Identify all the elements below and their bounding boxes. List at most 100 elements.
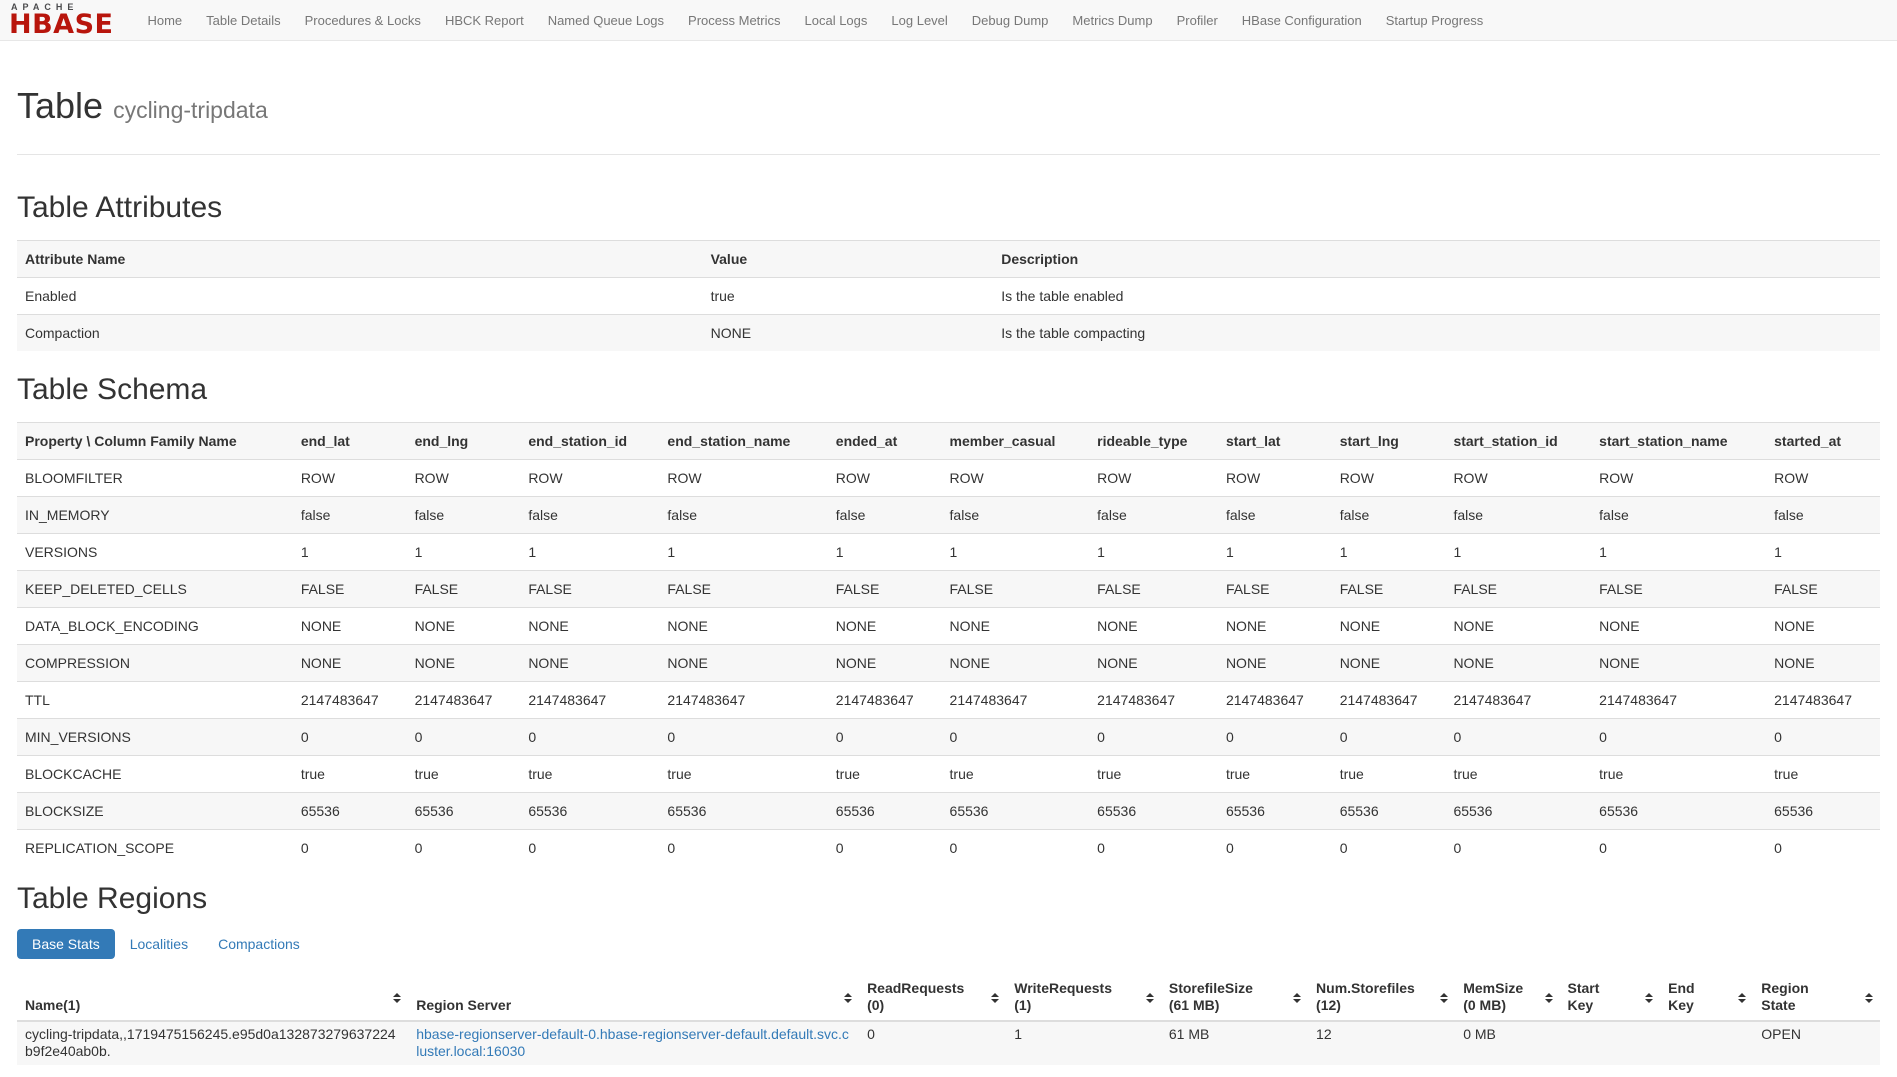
nav-item-home[interactable]: Home (135, 3, 194, 38)
nav-item-hbck-report[interactable]: HBCK Report (433, 3, 536, 38)
tab-localities[interactable]: Localities (115, 929, 203, 959)
nav-item: Debug Dump (960, 3, 1061, 38)
attribute-value-cell: NONE (703, 314, 994, 351)
schema-value-cell: ROW (407, 459, 521, 496)
schema-value-cell: 1 (1332, 533, 1446, 570)
schema-value-cell: NONE (1218, 644, 1332, 681)
schema-property-cell: COMPRESSION (17, 644, 293, 681)
schema-value-cell: 65536 (1766, 792, 1880, 829)
schema-value-cell: FALSE (293, 570, 407, 607)
regions-col-readrequests-0[interactable]: ReadRequests (0) (859, 975, 1006, 1021)
nav-item-table-details[interactable]: Table Details (194, 3, 292, 38)
regions-col-memsize-0-mb[interactable]: MemSize (0 MB) (1455, 975, 1559, 1021)
schema-col-property: Property \ Column Family Name (17, 422, 293, 459)
attribute-name-cell: Enabled (17, 277, 703, 314)
regions-col-name-1[interactable]: Name(1) (17, 975, 408, 1021)
regions-col-end-key[interactable]: End Key (1660, 975, 1753, 1021)
schema-value-cell: ROW (659, 459, 827, 496)
schema-value-cell: false (1332, 496, 1446, 533)
schema-value-cell: 1 (659, 533, 827, 570)
schema-value-cell: false (1591, 496, 1766, 533)
schema-value-cell: FALSE (1218, 570, 1332, 607)
attributes-table: Attribute NameValueDescriptionEnabledtru… (17, 240, 1880, 351)
schema-value-cell: 0 (520, 829, 659, 866)
schema-col-start-station-id: start_station_id (1445, 422, 1591, 459)
schema-value-cell: 65536 (942, 792, 1090, 829)
schema-value-cell: 0 (1766, 829, 1880, 866)
nav-item-named-queue-logs[interactable]: Named Queue Logs (536, 3, 676, 38)
region-tab: Base Stats (17, 929, 115, 959)
hbase-logo[interactable]: APACHE HBASE (9, 3, 113, 38)
schema-property-cell: BLOOMFILTER (17, 459, 293, 496)
schema-value-cell: 2147483647 (659, 681, 827, 718)
sort-icon (1645, 993, 1653, 1003)
schema-value-cell: 2147483647 (293, 681, 407, 718)
schema-value-cell: 0 (1089, 718, 1218, 755)
schema-value-cell: true (407, 755, 521, 792)
nav-item-debug-dump[interactable]: Debug Dump (960, 3, 1061, 38)
schema-row: BLOCKCACHEtruetruetruetruetruetruetruetr… (17, 755, 1880, 792)
schema-value-cell: ROW (1089, 459, 1218, 496)
schema-value-cell: NONE (1445, 644, 1591, 681)
nav-item-profiler[interactable]: Profiler (1165, 3, 1230, 38)
region-tabs: Base StatsLocalitiesCompactions (17, 929, 1880, 959)
schema-value-cell: 0 (1332, 829, 1446, 866)
nav-item: Metrics Dump (1060, 3, 1164, 38)
sort-icon (1738, 993, 1746, 1003)
regions-col-storefilesize-61-mb[interactable]: StorefileSize (61 MB) (1161, 975, 1308, 1021)
regions-col-num-storefiles-12[interactable]: Num.Storefiles (12) (1308, 975, 1455, 1021)
schema-value-cell: 65536 (1445, 792, 1591, 829)
schema-col-start-lng: start_lng (1332, 422, 1446, 459)
schema-value-cell: NONE (407, 607, 521, 644)
regions-col-start-key[interactable]: Start Key (1560, 975, 1661, 1021)
schema-value-cell: 1 (293, 533, 407, 570)
nav-item-startup-progress[interactable]: Startup Progress (1374, 3, 1496, 38)
schema-value-cell: FALSE (1089, 570, 1218, 607)
schema-col-started-at: started_at (1766, 422, 1880, 459)
schema-value-cell: 0 (659, 829, 827, 866)
nav-item: Local Logs (793, 3, 880, 38)
schema-value-cell: 0 (1591, 718, 1766, 755)
nav-item-process-metrics[interactable]: Process Metrics (676, 3, 792, 38)
nav-item: HBCK Report (433, 3, 536, 38)
schema-value-cell: true (1445, 755, 1591, 792)
schema-value-cell: NONE (1766, 644, 1880, 681)
page-subtitle: cycling-tripdata (113, 97, 268, 123)
tab-compactions[interactable]: Compactions (203, 929, 315, 959)
regions-col-region-server[interactable]: Region Server (408, 975, 859, 1021)
schema-value-cell: FALSE (1766, 570, 1880, 607)
tab-base-stats[interactable]: Base Stats (17, 929, 115, 959)
schema-value-cell: FALSE (407, 570, 521, 607)
region-mem-size-cell: 0 MB (1455, 1021, 1559, 1065)
schema-value-cell: 2147483647 (1445, 681, 1591, 718)
schema-value-cell: NONE (1218, 607, 1332, 644)
schema-value-cell: ROW (1766, 459, 1880, 496)
schema-value-cell: 65536 (828, 792, 942, 829)
nav-item-metrics-dump[interactable]: Metrics Dump (1060, 3, 1164, 38)
schema-value-cell: true (828, 755, 942, 792)
regions-header-row: Name(1)Region ServerReadRequests (0)Writ… (17, 975, 1880, 1021)
regions-col-writerequests-1[interactable]: WriteRequests (1) (1006, 975, 1161, 1021)
nav-item-procedures-locks[interactable]: Procedures & Locks (293, 3, 433, 38)
region-server-link[interactable]: hbase-regionserver-default-0.hbase-regio… (416, 1026, 849, 1060)
schema-value-cell: NONE (1591, 644, 1766, 681)
schema-property-cell: BLOCKCACHE (17, 755, 293, 792)
schema-value-cell: false (520, 496, 659, 533)
schema-value-cell: 65536 (293, 792, 407, 829)
regions-col-region-state[interactable]: Region State (1753, 975, 1880, 1021)
schema-value-cell: 0 (1089, 829, 1218, 866)
nav-item-hbase-configuration[interactable]: HBase Configuration (1230, 3, 1374, 38)
schema-value-cell: false (293, 496, 407, 533)
schema-value-cell: ROW (1591, 459, 1766, 496)
schema-property-cell: KEEP_DELETED_CELLS (17, 570, 293, 607)
schema-value-cell: false (1218, 496, 1332, 533)
nav-menu: HomeTable DetailsProcedures & LocksHBCK … (135, 3, 1495, 38)
nav-item-local-logs[interactable]: Local Logs (793, 3, 880, 38)
schema-value-cell: ROW (293, 459, 407, 496)
regions-col-label: Region State (1761, 980, 1816, 1015)
nav-item-log-level[interactable]: Log Level (879, 3, 959, 38)
schema-row: BLOCKSIZE6553665536655366553665536655366… (17, 792, 1880, 829)
schema-value-cell: 0 (1766, 718, 1880, 755)
schema-value-cell: 0 (1445, 718, 1591, 755)
schema-value-cell: NONE (942, 607, 1090, 644)
